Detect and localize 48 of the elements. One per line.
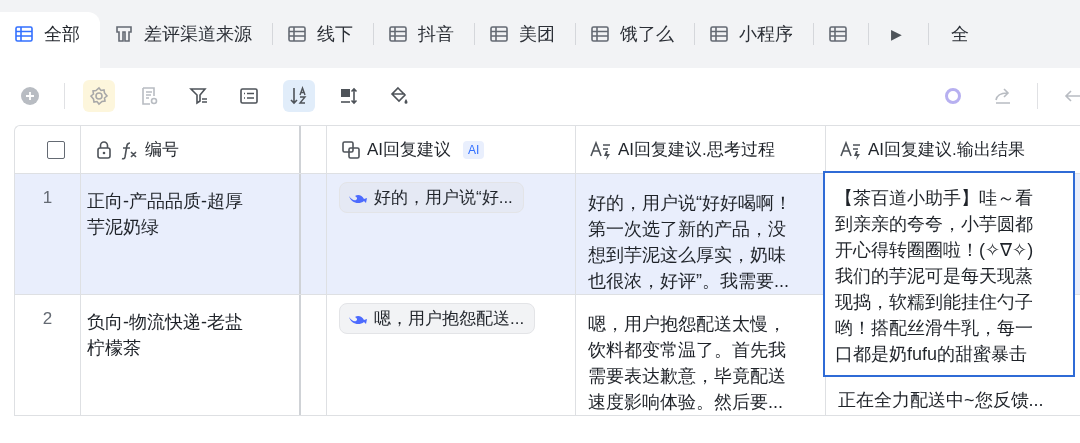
sort-button[interactable] [283,79,315,112]
settings-icon [89,85,109,106]
table-icon [590,24,610,44]
table-cell-text: 好的，用户说“好好喝啊！第一次选了新的产品，没想到芋泥这么厚实，奶味也很浓，好评”。我需要... [587,192,793,293]
scroll-tabs-button[interactable]: ▶ [869,0,928,68]
row-number: 1 [41,187,54,209]
table-icon [709,24,729,44]
tab[interactable]: 小程序 [695,0,813,68]
ai-reply-chip[interactable]: 嗯，用户抱怨配送... [339,303,536,334]
add-icon [20,85,40,106]
formula-icon [119,139,139,160]
table-icon [388,24,408,44]
tab[interactable]: 美团 [475,0,575,68]
table-icon [14,24,34,44]
tab[interactable]: 抖音 [374,0,474,68]
row-height-icon [339,85,359,106]
table-cell-text: 负向-物流快递-老盐柠檬茶 [86,311,244,360]
linked-squares-icon [341,139,361,160]
tab[interactable]: 全 [928,0,969,68]
column-header[interactable]: AI回复建议.思考过程 [618,138,775,161]
ai-reply-chip[interactable]: 好的，用户说“好... [339,182,524,213]
column-header[interactable]: AI回复建议 [367,138,452,161]
table-cell-text: 嗯，用户抱怨配送太慢，饮料都变常温了。首先我需要表达歉意，毕竟配送速度影响体验。然后要... [587,313,787,414]
filter-icon [189,85,209,106]
tab[interactable]: 线下 [273,0,373,68]
tab[interactable]: 全部 [0,12,100,68]
table-cell-text: 正向-产品品质-超厚芋泥奶绿 [86,190,244,239]
text-sparkle-icon [590,139,612,160]
table-icon [828,24,848,44]
share-icon [993,85,1013,106]
column-header[interactable]: 编号 [145,138,179,161]
text-sparkle-icon [840,139,862,160]
tab[interactable]: 饿了么 [576,0,694,68]
list-icon [239,85,259,106]
kanban-icon [114,24,134,44]
paint-bucket-icon [389,85,409,106]
table-icon [287,24,307,44]
table-cell-text: 正在全力配送中~您反馈... [837,389,1045,412]
tab[interactable]: 差评渠道来源 [100,0,272,68]
sort-icon [289,85,309,106]
row-number: 2 [41,308,54,330]
column-header[interactable]: AI回复建议.输出结果 [868,138,1025,161]
form-icon [139,85,159,106]
table-icon [489,24,509,44]
expanded-cell[interactable]: 【茶百道小助手】哇～看到亲亲的夸夸，小芋圆都开心得转圈圈啦！(✧∇✧)我们的芋泥可是每天现蒸现捣，软糯到能挂住勺子哟！搭配丝滑牛乳，每一口都是奶fufu的甜蜜暴击 [823,171,1075,377]
ring-icon [943,85,963,106]
ai-badge: AI [463,140,485,159]
checkbox[interactable] [47,140,65,159]
